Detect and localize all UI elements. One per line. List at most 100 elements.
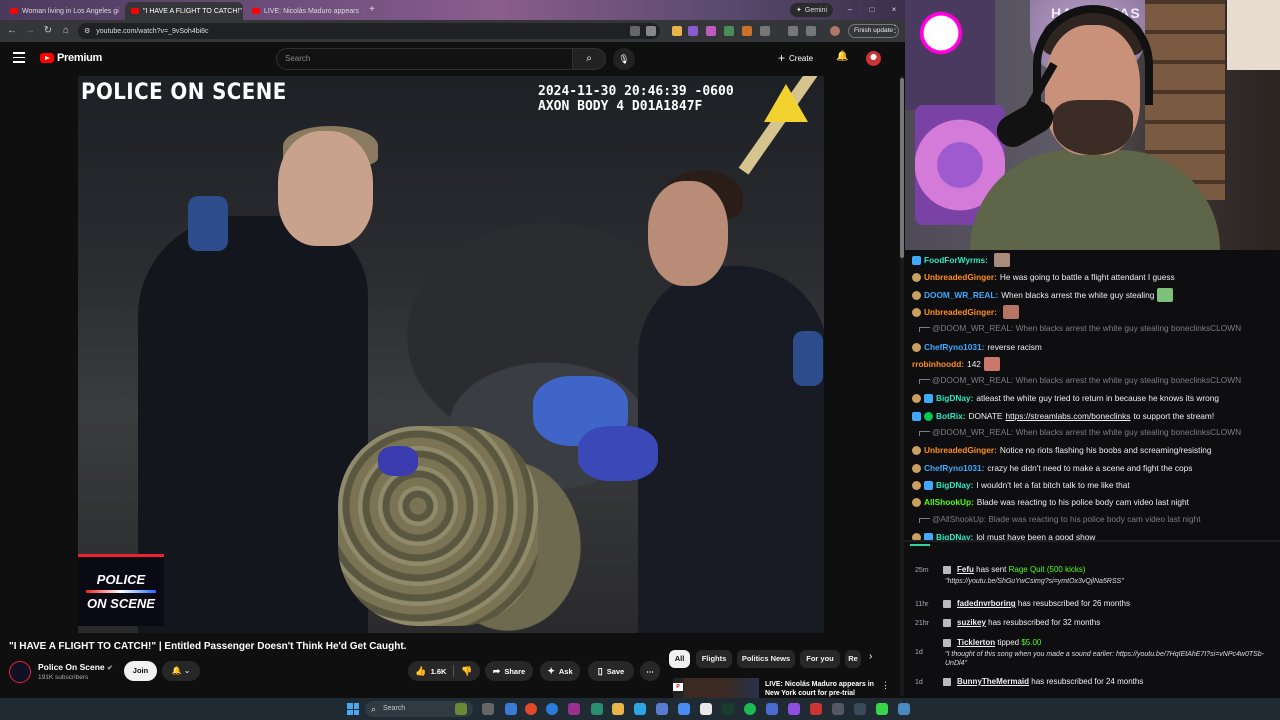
thumbs-down-icon[interactable]: 👎 <box>461 666 472 677</box>
minimize-icon[interactable]: – <box>843 3 857 17</box>
download-icon[interactable] <box>806 26 816 36</box>
search-icon[interactable]: ⌕ <box>572 48 606 70</box>
share-button[interactable]: ➦ Share <box>485 661 533 681</box>
app-icon[interactable] <box>898 703 910 715</box>
chat-link[interactable]: https://streamlabs.com/boneclinks <box>1005 411 1130 421</box>
recommended-title[interactable]: LIVE: Nicolás Maduro appears in New York… <box>765 680 877 698</box>
save-button[interactable]: ▯ Save <box>588 661 634 681</box>
app-icon[interactable] <box>788 703 800 715</box>
video-player[interactable]: POLICE ON SCENE 2024-11-30 20:46:39 -060… <box>78 76 824 633</box>
cast-icon[interactable] <box>630 26 640 36</box>
url-field[interactable]: ⚙ youtube.com/watch?v=_9vSoh4bi8c <box>78 23 660 39</box>
browser-menu-icon[interactable]: ⋮ <box>890 24 900 35</box>
new-tab-icon[interactable]: + <box>366 4 378 16</box>
browser-tab-3[interactable]: LIVE: Nicolás Maduro appears × <box>246 2 364 20</box>
chip-politics-news[interactable]: Politics News <box>737 650 795 668</box>
chat-username[interactable]: BotRix: <box>936 411 966 421</box>
app-icon[interactable] <box>722 703 734 715</box>
chat-username[interactable]: AllShookUp: <box>924 497 974 507</box>
spotify-icon[interactable] <box>744 703 756 715</box>
chat-username[interactable]: rrobinhoodd: <box>912 359 964 369</box>
chevron-right-icon[interactable]: › <box>869 651 872 662</box>
telegram-icon[interactable] <box>634 703 646 715</box>
sidebar-icon[interactable] <box>788 26 798 36</box>
extension-icon[interactable] <box>742 26 752 36</box>
chat-username[interactable]: FoodForWyrms: <box>924 255 988 265</box>
chat-username[interactable]: DOOM_WR_REAL: <box>924 290 998 300</box>
create-button[interactable]: + Create <box>778 51 813 65</box>
chat-username[interactable]: BigDNay: <box>936 480 973 490</box>
edge-icon[interactable] <box>505 703 517 715</box>
chat-username[interactable]: UnbreadedGinger: <box>924 272 997 282</box>
account-avatar[interactable] <box>866 51 881 66</box>
like-count[interactable]: 1.6K <box>431 667 447 676</box>
more-vert-icon[interactable]: ⋮ <box>881 680 890 691</box>
recommended-thumbnail[interactable] <box>673 678 759 698</box>
home-icon[interactable]: ⌂ <box>59 24 73 38</box>
browser-tab-1[interactable]: Woman living in Los Angeles gi × <box>4 2 122 20</box>
extensions-puzzle-icon[interactable] <box>760 26 770 36</box>
chat-username[interactable]: BigDNay: <box>936 393 973 403</box>
chat-username[interactable]: UnbreadedGinger: <box>924 307 997 317</box>
close-tab-icon[interactable]: × <box>242 7 243 16</box>
ask-button[interactable]: ✦ Ask <box>540 661 580 681</box>
app-icon[interactable] <box>700 703 712 715</box>
windows-start-icon[interactable] <box>347 703 359 715</box>
chat-username[interactable]: ChefRyno1031: <box>924 463 984 473</box>
browser-app-icon[interactable] <box>546 703 558 715</box>
bookmark-star-icon[interactable] <box>646 26 656 36</box>
app-icon[interactable] <box>832 703 844 715</box>
app-icon[interactable] <box>766 703 778 715</box>
channel-avatar[interactable] <box>9 661 31 683</box>
extension-icon[interactable] <box>724 26 734 36</box>
app-icon[interactable] <box>854 703 866 715</box>
chat-username[interactable]: UnbreadedGinger: <box>924 445 997 455</box>
event-username[interactable]: BunnyTheMermaid <box>957 677 1029 686</box>
back-icon[interactable]: ← <box>5 24 19 38</box>
microphone-icon[interactable]: 🎙 <box>613 48 635 70</box>
chip-flights[interactable]: Flights <box>696 650 732 668</box>
page-scrollbar[interactable] <box>900 76 904 696</box>
bell-icon[interactable]: 🔔 <box>836 51 848 62</box>
app-icon[interactable] <box>810 703 822 715</box>
search-input[interactable]: Search <box>276 48 606 70</box>
close-tab-icon[interactable]: × <box>119 7 122 16</box>
extension-icon[interactable] <box>688 26 698 36</box>
chip-for-you[interactable]: For you <box>800 650 840 668</box>
chip-all[interactable]: All <box>669 650 690 668</box>
event-username[interactable]: suzikey <box>957 618 986 627</box>
forward-icon[interactable]: → <box>23 24 37 38</box>
event-username[interactable]: Fefu <box>957 565 974 574</box>
chrome-icon[interactable] <box>525 703 537 715</box>
youtube-logo[interactable]: Premium <box>40 52 102 64</box>
maximize-icon[interactable]: □ <box>865 3 879 17</box>
profile-avatar-icon[interactable] <box>830 26 840 36</box>
join-button[interactable]: Join <box>124 661 157 681</box>
folder-icon[interactable] <box>612 703 624 715</box>
site-info-icon[interactable]: ⚙ <box>84 27 90 35</box>
app-icon[interactable] <box>678 703 690 715</box>
more-actions-icon[interactable]: ⋯ <box>640 661 660 681</box>
chat-username[interactable]: BigDNay: <box>936 532 973 540</box>
widget-icon[interactable] <box>455 703 467 715</box>
extension-icon[interactable] <box>672 26 682 36</box>
event-username[interactable]: fadednvrboring <box>957 599 1016 608</box>
gemini-button[interactable]: ✦ Gemini <box>790 3 834 17</box>
app-icon[interactable] <box>876 703 888 715</box>
close-window-icon[interactable]: × <box>887 3 901 17</box>
browser-tab-2[interactable]: "I HAVE A FLIGHT TO CATCH!" × <box>125 2 243 20</box>
chip-partial[interactable]: Re <box>845 650 861 668</box>
close-tab-icon[interactable]: × <box>359 7 364 16</box>
channel-name[interactable]: Police On Scene ✔ <box>38 662 113 672</box>
reload-icon[interactable]: ↻ <box>41 24 55 38</box>
app-icon[interactable] <box>591 703 603 715</box>
extension-icon[interactable] <box>706 26 716 36</box>
chat-username[interactable]: ChefRyno1031: <box>924 342 984 352</box>
thumbs-up-icon[interactable]: 👍 <box>415 666 426 677</box>
hamburger-menu-icon[interactable] <box>13 52 25 64</box>
scrollbar-thumb[interactable] <box>900 78 904 258</box>
event-username[interactable]: Ticklerton <box>957 638 995 647</box>
notification-button[interactable]: 🔔 ⌄ <box>162 661 200 681</box>
task-view-icon[interactable] <box>482 703 494 715</box>
obs-icon[interactable] <box>568 703 580 715</box>
